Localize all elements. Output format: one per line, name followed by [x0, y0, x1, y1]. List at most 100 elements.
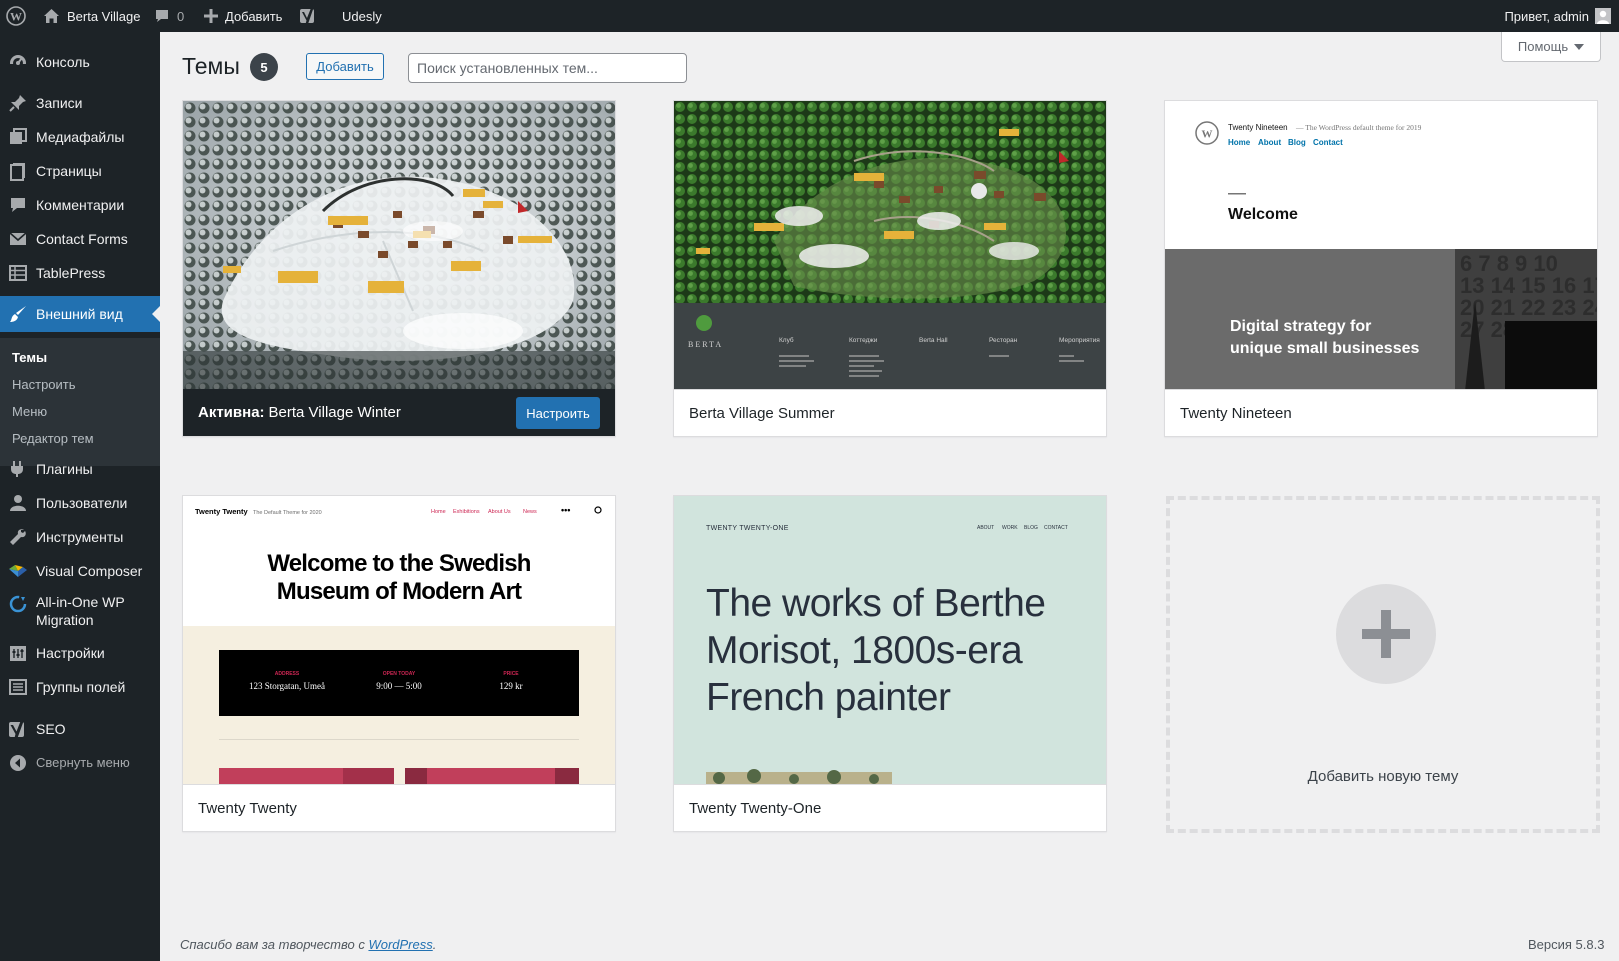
brush-icon: [8, 304, 28, 324]
summer-brand: BERTA: [688, 340, 723, 349]
nineteen-welcome: Welcome: [1228, 206, 1298, 223]
theme-screenshot[interactable]: BERTA Клуб Коттеджи Berta Hall Ресторан …: [674, 101, 1106, 389]
collapse-arrow-icon: [8, 753, 28, 773]
menu-item-visual-composer[interactable]: Visual Composer: [0, 554, 160, 588]
theme-screenshot[interactable]: [183, 101, 615, 389]
menu-item-tablepress[interactable]: TablePress: [0, 256, 160, 290]
avatar: [1595, 8, 1611, 24]
site-name-link[interactable]: Berta Village: [43, 0, 140, 32]
menu-label: Комментарии: [36, 197, 125, 213]
theme-search-input[interactable]: Поиск установленных тем...: [408, 53, 687, 83]
greeting: Привет, admin: [1504, 8, 1589, 24]
my-account-link[interactable]: Привет, admin: [1504, 0, 1611, 32]
add-new-theme-card[interactable]: Добавить новую тему: [1166, 496, 1600, 833]
submenu-item-customize[interactable]: Настроить: [12, 377, 76, 392]
menu-item-users[interactable]: Пользователи: [0, 486, 160, 520]
twenty-nav-2: Exhibitions: [453, 509, 480, 515]
plugin-icon: [8, 459, 28, 479]
dashboard-icon: [8, 52, 28, 72]
theme-card-twenty-twenty-one[interactable]: TWENTY TWENTY-ONE ABOUT WORK BLOG CONTAC…: [673, 495, 1107, 832]
nineteen-nav-2: About: [1258, 138, 1281, 147]
menu-item-contact-forms[interactable]: Contact Forms: [0, 222, 160, 256]
plus-icon: [1336, 584, 1436, 684]
nineteen-tagline: — The WordPress default theme for 2019: [1295, 123, 1422, 132]
theme-name: Twenty Twenty: [183, 784, 615, 831]
twenty-nav-1: Home: [431, 509, 446, 515]
theme-screenshot[interactable]: TWENTY TWENTY-ONE ABOUT WORK BLOG CONTAC…: [674, 496, 1106, 784]
menu-item-tools[interactable]: Инструменты: [0, 520, 160, 554]
caret-down-icon: [1574, 43, 1585, 50]
menu-item-media[interactable]: Медиафайлы: [0, 120, 160, 154]
menu-item-seo[interactable]: SEO: [0, 712, 160, 746]
menu-item-posts[interactable]: Записи: [0, 86, 160, 120]
footer-thanks-suffix: .: [432, 937, 437, 952]
help-tab-button[interactable]: Помощь: [1501, 32, 1601, 62]
wordpress-link[interactable]: WordPress: [368, 937, 432, 952]
menu-item-plugins[interactable]: Плагины: [0, 452, 160, 486]
menu-item-settings[interactable]: Настройки: [0, 636, 160, 670]
summer-col-1: Клуб: [779, 336, 794, 344]
theme-screenshot[interactable]: W Twenty Nineteen — The WordPress defaul…: [1165, 101, 1597, 389]
theme-card-twenty-twenty[interactable]: Twenty Twenty The Default Theme for 2020…: [182, 495, 616, 832]
collapse-menu-label: Свернуть меню: [36, 755, 130, 770]
menu-label: All-in-One WP Migration: [36, 594, 125, 628]
menu-label: Страницы: [36, 163, 102, 179]
mail-icon: [8, 229, 28, 249]
nineteen-nav-1: Home: [1228, 138, 1251, 147]
menu-item-appearance[interactable]: Внешний вид: [0, 296, 160, 332]
themes-count-badge: 5: [250, 53, 278, 81]
theme-name-bar: Активна: Berta Village Winter Настроить: [183, 389, 615, 436]
active-label: Активна:: [198, 404, 265, 421]
wp-version: Версия 5.8.3: [1528, 937, 1605, 952]
wordpress-logo-icon[interactable]: W: [6, 0, 26, 32]
submenu-item-themes[interactable]: Темы: [12, 350, 47, 365]
twenty-info-value-1: 123 Storgatan, Umeå: [249, 681, 325, 691]
comments-count: 0: [177, 8, 185, 24]
submenu-item-menus[interactable]: Меню: [12, 404, 47, 419]
collapse-menu-button[interactable]: Свернуть меню: [0, 746, 160, 780]
summer-col-4: Ресторан: [989, 337, 1018, 344]
users-icon: [8, 493, 28, 513]
menu-item-pages[interactable]: Страницы: [0, 154, 160, 188]
menu-item-field-groups[interactable]: Группы полей: [0, 670, 160, 704]
theme-screenshot[interactable]: Twenty Twenty The Default Theme for 2020…: [183, 496, 615, 784]
menu-label: TablePress: [36, 265, 106, 281]
menu-label: Visual Composer: [36, 563, 143, 579]
summer-col-5: Мероприятия: [1059, 337, 1100, 344]
plus-icon: [204, 9, 218, 23]
customize-button[interactable]: Настроить: [516, 397, 600, 429]
twenty-site-title: Twenty Twenty: [195, 507, 248, 516]
add-theme-button[interactable]: Добавить: [306, 53, 384, 80]
theme-card-berta-winter[interactable]: Активна: Berta Village Winter Настроить: [182, 100, 616, 437]
udesly-link[interactable]: Udesly: [342, 0, 382, 32]
wrench-icon: [8, 527, 28, 547]
svg-text:•••: •••: [561, 505, 570, 515]
menu-item-all-in-one-migration[interactable]: All-in-One WP Migration: [0, 588, 160, 634]
twenty-tagline: The Default Theme for 2020: [253, 510, 322, 516]
theme-card-twenty-nineteen[interactable]: W Twenty Nineteen — The WordPress defaul…: [1164, 100, 1598, 437]
footer-thanks-text: Спасибо вам за творчество с: [180, 937, 369, 952]
theme-name: Berta Village Summer: [674, 389, 1106, 436]
comments-link[interactable]: 0: [154, 0, 184, 32]
tto-nav-1: ABOUT: [977, 525, 994, 531]
new-content-link[interactable]: Добавить: [204, 0, 282, 32]
theme-name: Twenty Twenty-One: [674, 784, 1106, 831]
twenty-nav-4: News: [523, 509, 537, 515]
menu-label: Настройки: [36, 645, 105, 661]
menu-label: SEO: [36, 721, 66, 737]
theme-name: Berta Village Winter: [268, 404, 401, 421]
submenu-item-theme-editor[interactable]: Редактор тем: [12, 431, 94, 446]
theme-card-berta-summer[interactable]: BERTA Клуб Коттеджи Berta Hall Ресторан …: [673, 100, 1107, 437]
summer-col-3: Berta Hall: [919, 337, 948, 344]
site-name: Berta Village: [67, 8, 141, 24]
menu-item-comments[interactable]: Комментарии: [0, 188, 160, 222]
menu-item-dashboard[interactable]: Консоль: [0, 44, 160, 80]
twenty-headline: Welcome to the Swedish Museum of Modern A…: [267, 550, 530, 605]
yoast-seo-icon[interactable]: [299, 0, 317, 32]
page-title: Темы: [182, 53, 240, 79]
menu-label: Пользователи: [36, 495, 128, 511]
comment-icon: [8, 195, 28, 215]
svg-text:W: W: [1202, 129, 1213, 141]
migration-icon: [8, 594, 28, 614]
fields-icon: [8, 677, 28, 697]
